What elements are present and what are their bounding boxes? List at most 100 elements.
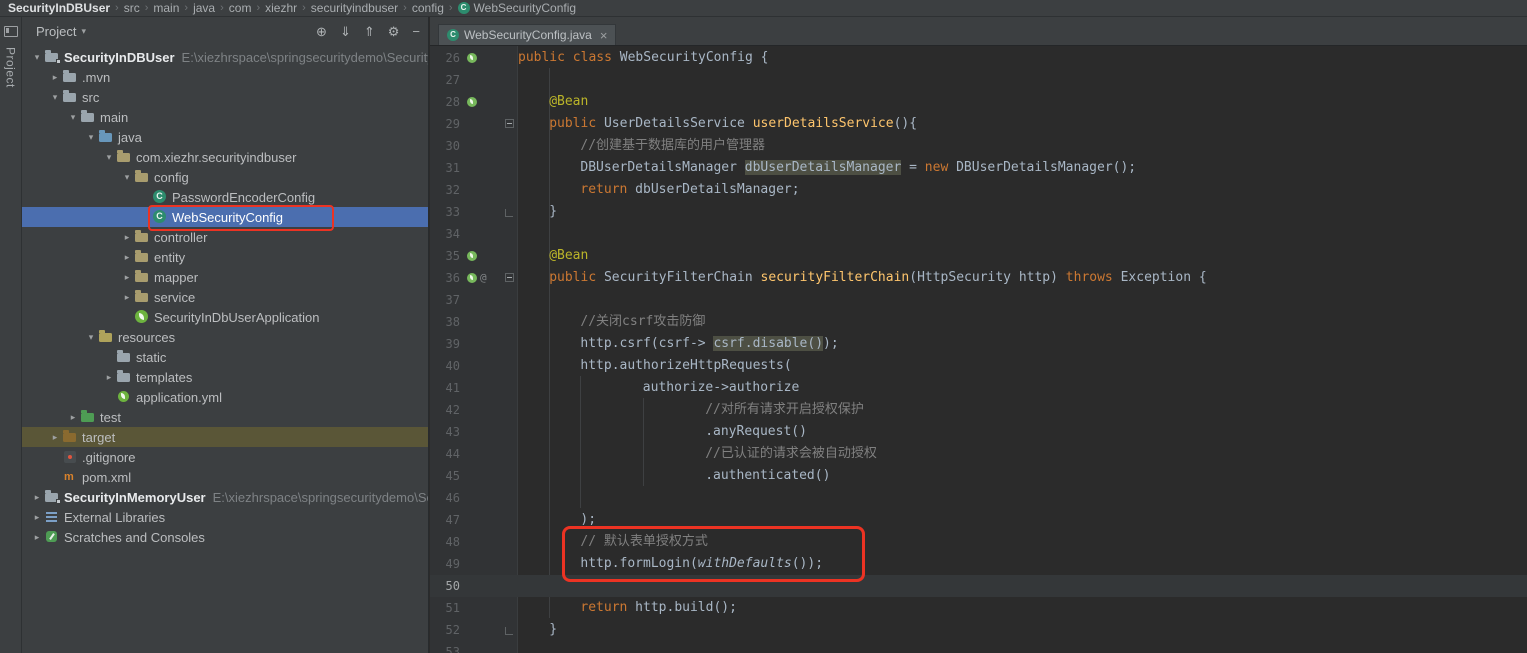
tree-item-websecurityconfig[interactable]: CWebSecurityConfig — [22, 207, 428, 227]
code-text[interactable] — [518, 69, 1527, 91]
tree-item-mapper[interactable]: ▸mapper — [22, 267, 428, 287]
tool-window-icon[interactable] — [4, 26, 18, 37]
breadcrumb-item-src[interactable]: src — [124, 1, 140, 15]
chevron-right-icon[interactable]: ▸ — [48, 72, 62, 83]
fold-minus-icon[interactable] — [505, 273, 514, 282]
code-text[interactable] — [518, 487, 1527, 509]
tree-item-passwordencoderconfig[interactable]: CPasswordEncoderConfig — [22, 187, 428, 207]
code-text[interactable] — [518, 289, 1527, 311]
code-text[interactable]: http.formLogin(withDefaults()); — [518, 553, 1527, 575]
code-text[interactable]: public UserDetailsService userDetailsSer… — [518, 113, 1527, 135]
chevron-down-icon[interactable]: ▾ — [120, 172, 134, 183]
code-text[interactable]: http.csrf(csrf-> csrf.disable()); — [518, 333, 1527, 355]
code-text[interactable]: @Bean — [518, 91, 1527, 113]
code-text[interactable]: DBUserDetailsManager dbUserDetailsManage… — [518, 157, 1527, 179]
tab-websecurityconfig-java[interactable]: C WebSecurityConfig.java × — [438, 24, 616, 45]
code-text[interactable] — [518, 641, 1527, 653]
tree-item-pom-xml[interactable]: mpom.xml — [22, 467, 428, 487]
expand-all-icon[interactable]: ⇓ — [340, 24, 351, 40]
chevron-right-icon[interactable]: ▸ — [120, 292, 134, 303]
tree-item-config[interactable]: ▾config — [22, 167, 428, 187]
chevron-right-icon[interactable]: ▸ — [102, 372, 116, 383]
code-text[interactable] — [518, 575, 1527, 597]
chevron-right-icon[interactable]: ▸ — [120, 272, 134, 283]
breadcrumb-item-xiezhr[interactable]: xiezhr — [265, 1, 297, 15]
chevron-right-icon[interactable]: ▸ — [66, 412, 80, 423]
breadcrumb-item-websecurityconfig[interactable]: CWebSecurityConfig — [458, 1, 577, 15]
chevron-right-icon[interactable]: ▸ — [48, 432, 62, 443]
hide-panel-icon[interactable]: − — [412, 24, 420, 39]
tree-item-test[interactable]: ▸test — [22, 407, 428, 427]
breadcrumb-item-java[interactable]: java — [193, 1, 215, 15]
tree-item-mvn[interactable]: ▸.mvn — [22, 67, 428, 87]
spring-bean-gutter-icon[interactable] — [467, 97, 477, 107]
tree-item-java[interactable]: ▾java — [22, 127, 428, 147]
chevron-down-icon[interactable]: ▾ — [84, 332, 98, 343]
code-text[interactable]: .anyRequest() — [518, 421, 1527, 443]
tree-item-static[interactable]: static — [22, 347, 428, 367]
tree-item-resources[interactable]: ▾resources — [22, 327, 428, 347]
chevron-down-icon[interactable]: ▾ — [48, 92, 62, 103]
chevron-right-icon[interactable]: ▸ — [30, 492, 44, 503]
code-line-42: 42//对所有请求开启授权保护 — [430, 399, 1527, 421]
chevron-right-icon[interactable]: ▸ — [30, 512, 44, 523]
fold-end-icon[interactable] — [505, 627, 513, 635]
code-text[interactable]: .authenticated() — [518, 465, 1527, 487]
select-opened-file-icon[interactable]: ⊕ — [316, 24, 327, 40]
tab-close-icon[interactable]: × — [600, 29, 608, 42]
chevron-right-icon[interactable]: ▸ — [120, 232, 134, 243]
tree-item-securityindbuser[interactable]: ▾SecurityInDBUserE:\xiezhrspace\springse… — [22, 47, 428, 67]
tree-item-external-libraries[interactable]: ▸External Libraries — [22, 507, 428, 527]
code-editor[interactable]: 26public class WebSecurityConfig {2728@B… — [430, 46, 1527, 653]
breadcrumb-item-main[interactable]: main — [153, 1, 179, 15]
code-text[interactable]: authorize->authorize — [518, 377, 1527, 399]
settings-icon[interactable]: ⚙ — [388, 24, 400, 40]
chevron-down-icon[interactable]: ▾ — [66, 112, 80, 123]
tree-item-controller[interactable]: ▸controller — [22, 227, 428, 247]
tree-item-com-xiezhr-securityindbuser[interactable]: ▾com.xiezhr.securityindbuser — [22, 147, 428, 167]
collapse-all-icon[interactable]: ⇑ — [364, 24, 375, 40]
tree-item-securityinmemoryuser[interactable]: ▸SecurityInMemoryUserE:\xiezhrspace\spri… — [22, 487, 428, 507]
tree-item-scratches-and-consoles[interactable]: ▸Scratches and Consoles — [22, 527, 428, 547]
code-text[interactable]: public class WebSecurityConfig { — [518, 47, 1527, 69]
tree-item-src[interactable]: ▾src — [22, 87, 428, 107]
code-text[interactable]: } — [518, 201, 1527, 223]
code-text[interactable]: ); — [518, 509, 1527, 531]
chevron-down-icon[interactable]: ▾ — [102, 152, 116, 163]
spring-bean-gutter-icon[interactable] — [467, 273, 477, 283]
code-text[interactable]: public SecurityFilterChain securityFilte… — [518, 267, 1527, 289]
fold-end-icon[interactable] — [505, 209, 513, 217]
chevron-down-icon[interactable]: ▾ — [30, 52, 44, 63]
code-text[interactable]: //创建基于数据库的用户管理器 — [518, 135, 1527, 157]
code-text[interactable]: // 默认表单授权方式 — [518, 531, 1527, 553]
tree-item-service[interactable]: ▸service — [22, 287, 428, 307]
code-text[interactable] — [518, 223, 1527, 245]
chevron-right-icon[interactable]: ▸ — [120, 252, 134, 263]
tree-item-entity[interactable]: ▸entity — [22, 247, 428, 267]
project-view-selector[interactable]: Project ▾ — [36, 24, 86, 39]
spring-bean-gutter-icon[interactable] — [467, 53, 477, 63]
breadcrumb-item-securityindbuser[interactable]: securityindbuser — [311, 1, 398, 15]
code-text[interactable]: //已认证的请求会被自动授权 — [518, 443, 1527, 465]
tree-item-application-yml[interactable]: application.yml — [22, 387, 428, 407]
tree-item-securityindbuserapplication[interactable]: SecurityInDbUserApplication — [22, 307, 428, 327]
code-text[interactable]: //关闭csrf攻击防御 — [518, 311, 1527, 333]
chevron-down-icon[interactable]: ▾ — [84, 132, 98, 143]
code-text[interactable]: @Bean — [518, 245, 1527, 267]
code-text[interactable]: http.authorizeHttpRequests( — [518, 355, 1527, 377]
chevron-right-icon[interactable]: ▸ — [30, 532, 44, 543]
code-text[interactable]: return dbUserDetailsManager; — [518, 179, 1527, 201]
tree-item-target[interactable]: ▸target — [22, 427, 428, 447]
project-stripe-button[interactable]: Project — [4, 47, 18, 88]
tree-item-gitignore[interactable]: .gitignore — [22, 447, 428, 467]
breadcrumb-item-securityindbuser[interactable]: SecurityInDBUser — [8, 1, 110, 15]
code-text[interactable]: //对所有请求开启授权保护 — [518, 399, 1527, 421]
breadcrumb-item-config[interactable]: config — [412, 1, 444, 15]
code-text[interactable]: return http.build(); — [518, 597, 1527, 619]
code-text[interactable]: } — [518, 619, 1527, 641]
fold-minus-icon[interactable] — [505, 119, 514, 128]
tree-item-templates[interactable]: ▸templates — [22, 367, 428, 387]
breadcrumb-item-com[interactable]: com — [229, 1, 252, 15]
tree-item-main[interactable]: ▾main — [22, 107, 428, 127]
spring-bean-gutter-icon[interactable] — [467, 251, 477, 261]
